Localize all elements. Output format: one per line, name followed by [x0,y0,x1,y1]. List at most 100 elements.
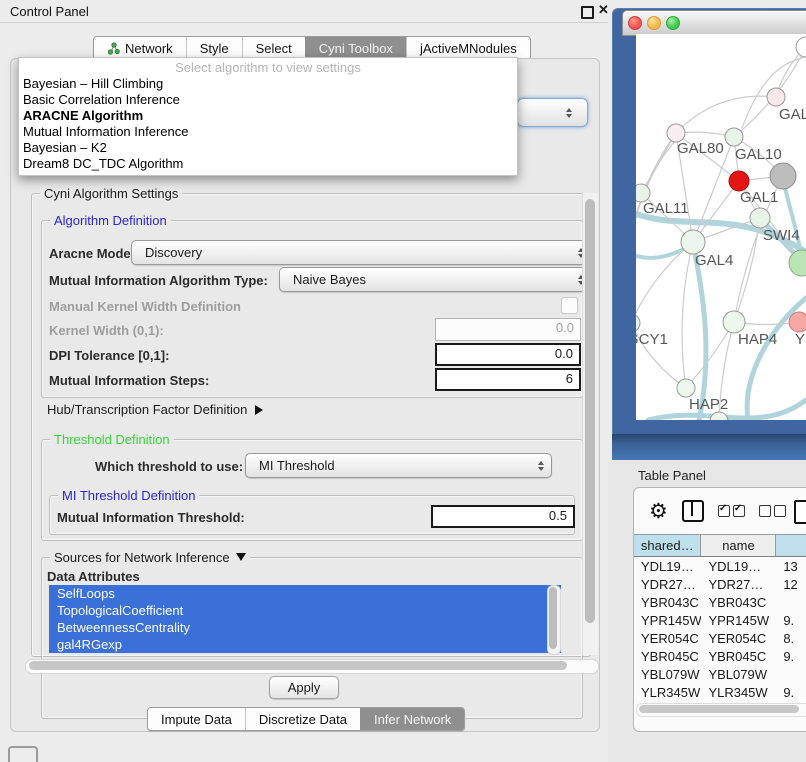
tab-discretize-data[interactable]: Discretize Data [245,708,360,730]
network-edge-thick [693,244,706,420]
table-cell: 8. [776,631,806,646]
cyni-bottom-tabs: Impute DataDiscretize DataInfer Network [147,707,465,731]
algorithm-select-prompt: Select algorithm to view settings [19,60,517,76]
zoom-traffic-light-icon[interactable] [666,16,680,30]
network-node-label: GAL10 [735,146,782,163]
network-node-salmon[interactable] [789,312,806,332]
tab-jactivemnodules[interactable]: jActiveMNodules [406,37,530,59]
minimize-traffic-light-icon[interactable] [647,16,661,30]
mi-type-combo[interactable]: Naive Bayes [279,267,592,292]
tab-infer-network[interactable]: Infer Network [360,708,464,730]
aracne-mode-value: Discovery [145,245,202,260]
network-node-gal1[interactable] [729,171,749,191]
mi-threshold-field[interactable]: 0.5 [431,505,575,528]
columns-icon[interactable] [682,500,704,522]
settings-vertical-scrollbar[interactable] [582,193,598,655]
table-row[interactable]: YDR27…YDR27…12 [634,575,806,593]
table-row[interactable]: YDL19…YDL19…13 [634,557,806,575]
table-cell: 13 [776,559,806,574]
attributes-scrollbar-thumb[interactable] [549,587,557,649]
network-node-label: GAL [779,106,806,123]
sources-legend: Sources for Network Inference [50,550,250,565]
table-column-header[interactable]: name [701,535,776,556]
algorithm-option[interactable]: Dream8 DC_TDC Algorithm [19,156,517,172]
network-node-hap4[interactable] [723,311,745,333]
table-row[interactable]: YBL079WYBL079W [634,665,806,683]
tab-cyni-toolbox[interactable]: Cyni Toolbox [305,37,406,59]
network-node-label: HAP4 [738,331,777,348]
manual-kernel-checkbox[interactable] [561,297,578,314]
mi-steps-field[interactable]: 6 [435,368,581,391]
table-horizontal-scrollbar-thumb[interactable] [639,705,799,713]
control-panel-titlebar: Control Panel ✕ [0,0,608,23]
table-row[interactable]: YPR145WYPR145W9. [634,611,806,629]
network-node-swi4[interactable] [750,208,770,228]
algorithm-option[interactable]: Basic Correlation Inference [19,92,517,108]
network-graph[interactable]: GALGAL80GAL10GAL1GAL11SWI4GAL4GCY1HAP4YH… [636,34,806,420]
document-icon[interactable] [794,500,806,524]
table-horizontal-scrollbar[interactable] [636,703,806,717]
network-window[interactable]: GALGAL80GAL10GAL1GAL11SWI4GAL4GCY1HAP4YH… [612,8,806,434]
data-attribute-item[interactable]: TopologicalCoefficient [49,602,561,619]
network-node-gcy1[interactable] [636,314,640,332]
kernel-width-field[interactable]: 0.0 [435,318,581,341]
close-icon[interactable]: ✕ [598,2,609,18]
table-cell: YDR27… [701,577,776,592]
tab-impute-data[interactable]: Impute Data [148,708,245,730]
table-row[interactable]: YBR043CYBR043C [634,593,806,611]
close-traffic-light-icon[interactable] [628,16,642,30]
tab-select[interactable]: Select [242,37,305,59]
table-toolbar: ⚙ [634,488,806,534]
desktop-background [612,434,806,460]
network-node-partial-top[interactable] [796,37,806,57]
network-window-titlebar[interactable] [622,10,806,36]
settings-horizontal-scrollbar[interactable] [25,659,599,674]
attributes-scrollbar[interactable] [547,585,561,655]
data-attribute-item[interactable]: gal4RGexp [49,636,561,653]
network-edge [734,218,760,322]
deselect-all-icon[interactable] [759,505,786,517]
tab-style[interactable]: Style [186,37,242,59]
table-cell: YBL079W [634,667,701,682]
tab-label: jActiveMNodules [420,41,517,56]
dpi-tolerance-field[interactable]: 0.0 [435,343,581,366]
data-attribute-item[interactable]: SelfLoops [49,585,561,602]
algorithm-option[interactable]: Mutual Information Inference [19,124,517,140]
apply-button[interactable]: Apply [269,676,339,699]
network-node-gal4[interactable] [681,230,705,254]
aracne-mode-combo[interactable]: Discovery [131,240,592,265]
table-row[interactable]: YBR045CYBR045C9. [634,647,806,665]
settings-vertical-scrollbar-thumb[interactable] [585,199,595,623]
table-cell: YER054C [701,631,776,646]
mi-type-value: Naive Bayes [293,272,366,287]
expand-right-icon [255,405,263,415]
network-canvas[interactable]: GALGAL80GAL10GAL1GAL11SWI4GAL4GCY1HAP4YH… [636,34,806,420]
table-column-header[interactable]: shared… [634,535,701,556]
network-node-gal10[interactable] [725,128,743,146]
app-root: Control Panel ✕ NetworkStyleSelectCyni T… [0,0,806,762]
table-row[interactable]: YER054CYER054C8. [634,629,806,647]
tab-network[interactable]: Network [94,37,186,59]
table-cell: YPR145W [701,613,776,628]
algorithm-option[interactable]: ARACNE Algorithm [19,108,517,124]
float-window-icon[interactable] [581,6,594,19]
network-node-gray-node[interactable] [770,163,796,189]
table-cell: YBR045C [701,649,776,664]
data-attributes-list[interactable]: SelfLoopsTopologicalCoefficientBetweenne… [49,585,561,653]
which-threshold-combo[interactable]: MI Threshold [245,453,552,478]
inference-algorithm-combo-fragment[interactable] [517,98,588,127]
table-column-header[interactable] [776,535,806,556]
algorithm-option[interactable]: Bayesian – Hill Climbing [19,76,517,92]
network-node-pink-top[interactable] [767,88,785,106]
settings-horizontal-scrollbar-thumb[interactable] [29,661,567,670]
gear-icon[interactable]: ⚙ [649,501,668,522]
data-attribute-item[interactable]: BetweennessCentrality [49,619,561,636]
network-node-hap2[interactable] [677,379,695,397]
algorithm-option[interactable]: Bayesian – K2 [19,140,517,156]
partial-bottom-button[interactable] [8,746,38,762]
hub-definition-toggle[interactable]: Hub/Transcription Factor Definition [47,402,263,417]
table-row[interactable]: YLR345WYLR345W9. [634,683,806,701]
network-node-bottom-node[interactable] [710,412,728,420]
aracne-mode-label: Aracne Mode: [49,246,135,261]
select-all-icon[interactable] [718,505,745,517]
